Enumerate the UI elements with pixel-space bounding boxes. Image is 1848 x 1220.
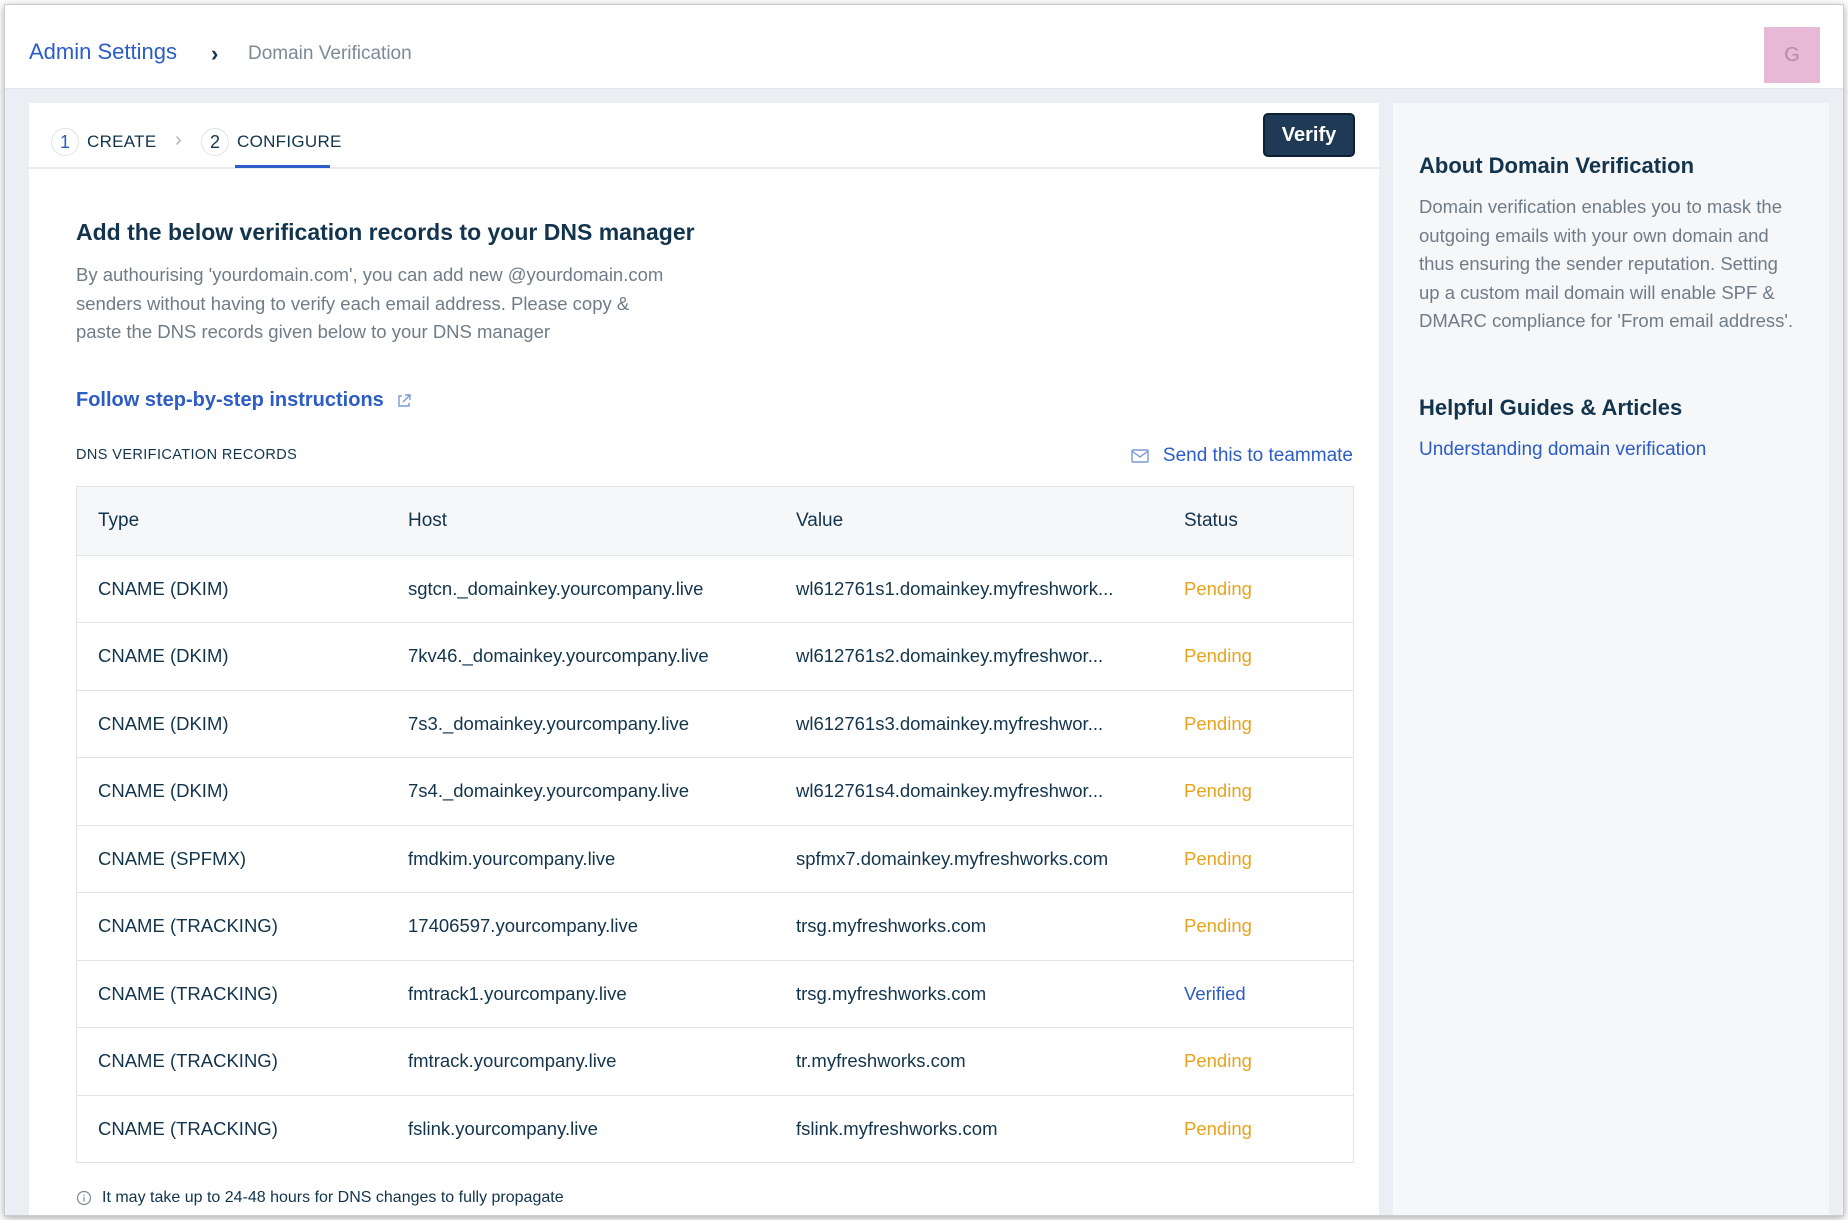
cell-value[interactable]: tr.myfreshworks.com — [796, 1050, 1184, 1072]
cell-value[interactable]: trsg.myfreshworks.com — [796, 983, 1184, 1005]
external-link-icon — [398, 393, 411, 407]
status-badge: Pending — [1184, 577, 1252, 599]
table-row: CNAME (SPFMX) fmdkim.yourcompany.live sp… — [77, 824, 1353, 893]
follow-instructions-link[interactable]: Follow step-by-step instructions — [76, 389, 412, 412]
table-row: CNAME (TRACKING) fmtrack1.yourcompany.li… — [77, 959, 1353, 1028]
table-row: CNAME (TRACKING) fmtrack.yourcompany.liv… — [77, 1027, 1353, 1095]
understanding-domain-verification-link[interactable]: Understanding domain verification — [1419, 439, 1706, 461]
column-header-type: Type — [98, 509, 140, 531]
step-label: CREATE — [87, 132, 157, 151]
status-badge: Pending — [1184, 915, 1252, 937]
propagation-note-text: It may take up to 24-48 hours for DNS ch… — [102, 1189, 564, 1206]
cell-host[interactable]: 17406597.yourcompany.live — [408, 915, 796, 937]
status-badge: Pending — [1184, 645, 1252, 667]
table-row: CNAME (TRACKING) fslink.yourcompany.live… — [77, 1094, 1353, 1163]
cell-type: CNAME (TRACKING) — [98, 982, 278, 1004]
cell-host[interactable]: 7kv46._domainkey.yourcompany.live — [408, 645, 796, 667]
step-label: CONFIGURE — [237, 132, 342, 151]
cell-value[interactable]: trsg.myfreshworks.com — [796, 915, 1184, 937]
cell-host[interactable]: sgtcn._domainkey.yourcompany.live — [408, 578, 796, 600]
status-badge: Pending — [1184, 780, 1252, 802]
cell-type: CNAME (TRACKING) — [98, 1050, 278, 1072]
dns-records-table: Type Host Value Status CNAME (DKIM) sgtc… — [76, 486, 1354, 1163]
cell-value[interactable]: wl612761s3.domainkey.myfreshwor... — [796, 713, 1184, 735]
guides-title: Helpful Guides & Articles — [1419, 395, 1683, 420]
cell-host[interactable]: fmtrack.yourcompany.live — [408, 1050, 796, 1072]
table-header-row: Type Host Value Status — [77, 487, 1353, 555]
cell-value[interactable]: wl612761s1.domainkey.myfreshwork... — [796, 578, 1184, 600]
table-row: CNAME (DKIM) 7s4._domainkey.yourcompany.… — [77, 757, 1353, 825]
breadcrumb-admin-settings[interactable]: Admin Settings — [29, 39, 177, 65]
active-step-indicator — [235, 165, 330, 168]
top-header: Admin Settings › Domain Verification G — [5, 5, 1843, 89]
about-title: About Domain Verification — [1419, 153, 1695, 178]
cell-value[interactable]: spfmx7.domainkey.myfreshworks.com — [796, 848, 1184, 870]
follow-instructions-label: Follow step-by-step instructions — [76, 389, 384, 411]
cell-host[interactable]: fslink.yourcompany.live — [408, 1118, 796, 1140]
breadcrumb-separator: › — [211, 41, 219, 66]
cell-type: CNAME (DKIM) — [98, 780, 229, 802]
column-header-status: Status — [1184, 509, 1238, 531]
column-header-host: Host — [408, 509, 448, 531]
app-window: Admin Settings › Domain Verification G 1… — [4, 4, 1844, 1216]
section-title: Add the below verification records to yo… — [76, 219, 695, 245]
status-badge: Pending — [1184, 1050, 1252, 1072]
cell-value[interactable]: fslink.myfreshworks.com — [796, 1118, 1184, 1140]
section-description: By authourising 'yourdomain.com', you ca… — [76, 264, 664, 342]
stepper: 1 CREATE › 2 CONFIGURE Verify — [29, 103, 1379, 169]
verify-button[interactable]: Verify — [1263, 113, 1355, 157]
cell-type: CNAME (DKIM) — [98, 577, 229, 599]
side-panel: About Domain Verification Domain verific… — [1393, 103, 1829, 1215]
cell-type: CNAME (TRACKING) — [98, 915, 278, 937]
cell-value[interactable]: wl612761s4.domainkey.myfreshwor... — [796, 780, 1184, 802]
status-badge: Pending — [1184, 1117, 1252, 1139]
cell-type: CNAME (DKIM) — [98, 645, 229, 667]
cell-host[interactable]: fmtrack1.yourcompany.live — [408, 983, 796, 1005]
cell-type: CNAME (SPFMX) — [98, 847, 246, 869]
step-number: 1 — [51, 128, 79, 156]
main-panel: 1 CREATE › 2 CONFIGURE Verify Add the be… — [29, 103, 1379, 1215]
table-row: CNAME (DKIM) sgtcn._domainkey.yourcompan… — [77, 554, 1353, 623]
propagation-note: It may take up to 24-48 hours for DNS ch… — [76, 1189, 564, 1207]
cell-host[interactable]: 7s3._domainkey.yourcompany.live — [408, 713, 796, 735]
table-row: CNAME (DKIM) 7s3._domainkey.yourcompany.… — [77, 689, 1353, 758]
cell-host[interactable]: 7s4._domainkey.yourcompany.live — [408, 780, 796, 802]
send-to-teammate-label: Send this to teammate — [1162, 445, 1353, 466]
chevron-right-icon: › — [175, 129, 182, 151]
step-create[interactable]: 1 CREATE — [51, 127, 157, 157]
send-to-teammate-link[interactable]: Send this to teammate — [1131, 445, 1353, 467]
cell-type: CNAME (DKIM) — [98, 712, 229, 734]
step-number: 2 — [201, 128, 229, 156]
mail-icon — [1131, 449, 1149, 463]
status-badge: Pending — [1184, 847, 1252, 869]
status-badge: Verified — [1184, 982, 1246, 1004]
status-badge: Pending — [1184, 712, 1252, 734]
about-description: Domain verification enables you to mask … — [1419, 196, 1794, 331]
column-header-value: Value — [796, 509, 844, 531]
avatar[interactable]: G — [1764, 27, 1820, 83]
table-row: CNAME (DKIM) 7kv46._domainkey.yourcompan… — [77, 622, 1353, 690]
cell-host[interactable]: fmdkim.yourcompany.live — [408, 848, 796, 870]
cell-type: CNAME (TRACKING) — [98, 1117, 278, 1139]
step-configure[interactable]: 2 CONFIGURE — [201, 127, 342, 157]
records-section-label: DNS VERIFICATION RECORDS — [76, 447, 298, 463]
breadcrumb-current: Domain Verification — [248, 43, 412, 64]
cell-value[interactable]: wl612761s2.domainkey.myfreshwor... — [796, 645, 1184, 667]
info-icon — [76, 1190, 92, 1206]
table-row: CNAME (TRACKING) 17406597.yourcompany.li… — [77, 892, 1353, 960]
